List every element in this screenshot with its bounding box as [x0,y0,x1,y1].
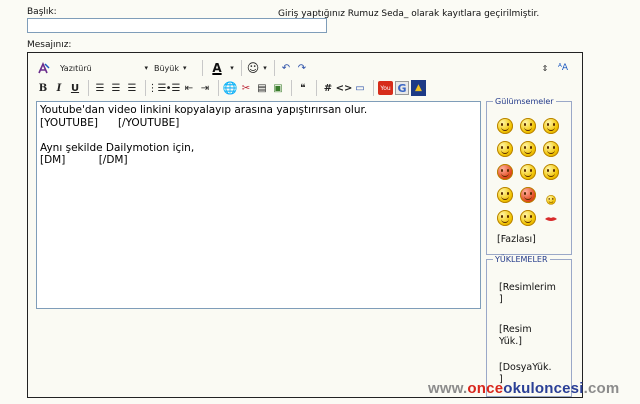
smiley-icon[interactable] [543,164,559,180]
toolbar-divider [241,60,242,76]
font-select[interactable]: Yazıtürü ▾ [60,61,148,75]
spellcheck-icon[interactable]: ᴬA [556,61,570,75]
message-editor: Yazıtürü ▾ Büyük ▾ A ▾ ☺ ▾ ↶ ↷ ⇕ ᴬA B I … [27,52,583,398]
smiley-icon[interactable] [497,210,513,226]
chevron-down-icon[interactable]: ▾ [262,61,268,75]
toolbar-divider [218,80,219,96]
watermark-prefix: www. [428,380,468,397]
size-select-value: Büyük [154,63,179,73]
unlink-icon[interactable]: ✂ [239,81,253,95]
lips-icon[interactable] [543,210,559,226]
youtube-icon[interactable]: You [378,81,393,95]
toolbar-row-2: B I U ☰ ☰ ☰ ⋮☰ •☰ ⇤ ⇥ 🌐 ✂ ▤ ▣ ❝ # <> ▭ Y… [36,80,428,96]
smiley-icon[interactable] [520,141,536,157]
toolbar-row-1: Yazıtürü ▾ Büyük ▾ A ▾ ☺ ▾ ↶ ↷ [36,60,311,76]
my-images-link[interactable]: [Resimlerim ] [499,282,556,306]
toolbar-divider [202,60,203,76]
uploads-panel-title: YÜKLEMELER [495,255,548,264]
uploads-panel: YÜKLEMELER [Resimlerim ] [Resim Yük.] [D… [486,255,572,397]
chevron-down-icon[interactable]: ▾ [229,61,235,75]
indent-icon[interactable]: ⇥ [198,81,212,95]
editor-logo-icon[interactable] [36,61,50,75]
html-tag-button[interactable]: <> [336,81,353,95]
site-watermark: www.onceokuloncesi.com [428,380,619,397]
size-select[interactable]: Büyük ▾ [154,61,192,75]
smiley-icon[interactable] [520,118,536,134]
subject-label: Başlık: [27,7,57,17]
quote-icon[interactable]: ❝ [296,81,310,95]
toolbar-divider [274,60,275,76]
smiley-icon[interactable] [543,141,559,157]
watermark-brand-blue: okuloncesi [503,380,584,397]
link-icon[interactable]: 🌐 [223,81,238,95]
numbered-list-icon[interactable]: ⋮☰ [148,81,167,95]
smiley-icon[interactable] [497,118,513,134]
insert-file-icon[interactable]: ▤ [255,81,269,95]
align-center-icon[interactable]: ☰ [109,81,123,95]
smiley-icon[interactable] [497,187,513,203]
watermark-brand-red: once [467,380,504,397]
smileys-panel: Gülümsemeler [Fazlası] [486,97,572,255]
php-tag-icon[interactable]: ▭ [353,81,367,95]
align-right-icon[interactable]: ☰ [125,81,139,95]
smiley-icon[interactable] [497,141,513,157]
watermark-suffix: .com [583,380,620,397]
resize-icon[interactable]: ⇕ [538,61,552,75]
redo-icon[interactable]: ↷ [295,61,309,75]
smiley-grid [497,118,559,226]
bold-button[interactable]: B [36,81,50,95]
outdent-icon[interactable]: ⇤ [182,81,196,95]
smiley-icon[interactable] [520,164,536,180]
insert-image-icon[interactable]: ▣ [271,81,285,95]
smileys-panel-title: Gülümsemeler [495,97,554,106]
bullet-list-icon[interactable]: •☰ [166,81,181,95]
chevron-down-icon: ▾ [183,64,187,72]
toolbar-divider [316,80,317,96]
message-label: Mesajınız: [27,40,72,50]
smiley-icon[interactable] [543,118,559,134]
upload-image-link[interactable]: [Resim Yük.] [499,324,532,348]
toolbar-divider [291,80,292,96]
more-smileys-link[interactable]: [Fazlası] [497,234,536,246]
underline-button[interactable]: U [68,81,82,95]
smiley-icon[interactable] [520,187,536,203]
smiley-icon[interactable] [497,164,513,180]
subject-input[interactable] [27,18,327,33]
font-select-value: Yazıtürü [60,63,92,73]
italic-button[interactable]: I [52,81,66,95]
toolbar-divider [145,80,146,96]
toolbar-divider [88,80,89,96]
code-tag-button[interactable]: # [321,81,335,95]
smiley-icon[interactable] [520,210,536,226]
message-textarea[interactable]: Youtube'dan video linkini kopyalayıp ara… [36,101,481,309]
align-left-icon[interactable]: ☰ [93,81,107,95]
toolbar-divider [373,80,374,96]
undo-icon[interactable]: ↶ [279,61,293,75]
google-video-icon[interactable]: G [395,81,409,95]
dailymotion-icon[interactable]: ▲ [411,80,426,96]
smiley-icon[interactable] [546,195,556,205]
emoticon-icon[interactable]: ☺ [246,61,260,75]
text-color-icon[interactable]: A [207,61,227,75]
chevron-down-icon: ▾ [144,64,148,72]
